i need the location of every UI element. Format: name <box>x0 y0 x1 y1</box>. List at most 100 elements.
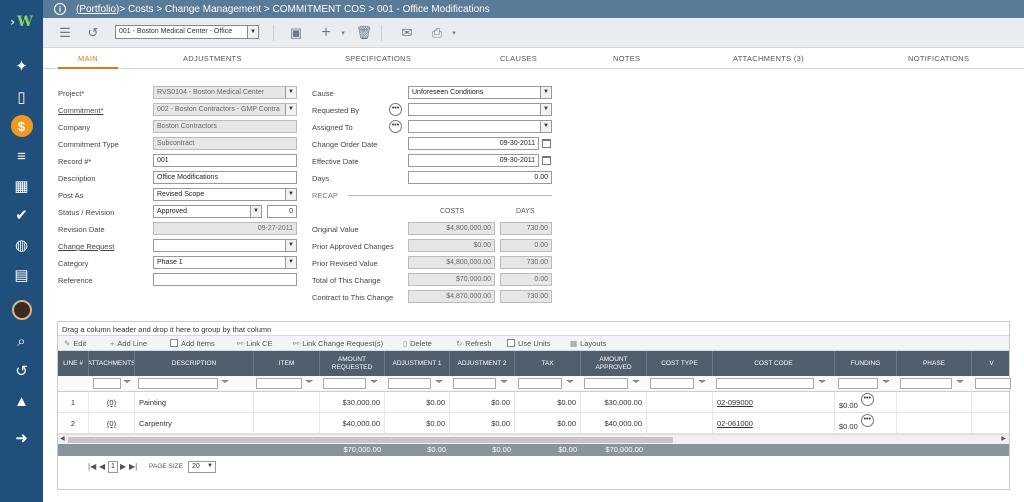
funding-lookup-icon[interactable]: ••• <box>860 414 874 427</box>
filter-input[interactable] <box>388 378 431 389</box>
filter-icon[interactable] <box>435 380 443 387</box>
current-page[interactable]: 1 <box>108 461 118 473</box>
filter-input[interactable] <box>975 378 1011 389</box>
add-icon[interactable]: + <box>318 24 334 41</box>
add-dropdown-icon[interactable]: ▾ <box>335 25 351 41</box>
cell-cost-code-link[interactable]: 02-061000 <box>713 413 835 434</box>
filter-input[interactable] <box>716 378 814 389</box>
cause-select[interactable]: Unforeseen Conditions ▼ <box>408 86 552 99</box>
cell-cost-code-link[interactable]: 02-099000 <box>713 392 835 413</box>
building-icon[interactable]: ▦ <box>0 173 43 199</box>
filter-input[interactable] <box>453 378 496 389</box>
page-size-select[interactable]: 20 ▼ <box>188 461 216 473</box>
record-number-input[interactable]: 001 <box>153 154 297 167</box>
cell-attachments-link[interactable]: (0) <box>89 392 135 413</box>
tab-specifications[interactable]: SPECIFICATIONS <box>345 48 411 69</box>
filter-input[interactable] <box>838 378 878 389</box>
filter-input[interactable] <box>650 378 694 389</box>
grid-delete-button[interactable]: ▯ Delete <box>403 339 432 348</box>
change-request-select[interactable]: ▼ <box>153 239 297 252</box>
col-header-description[interactable]: DESCRIPTION <box>135 351 254 376</box>
scroll-left-icon[interactable]: ◀ <box>60 435 65 442</box>
filter-icon[interactable] <box>370 380 378 387</box>
change-order-date-input[interactable]: 09-30-2011 <box>408 137 539 150</box>
tab-clauses[interactable]: CLAUSES <box>500 48 537 69</box>
logout-icon[interactable]: ➜ <box>0 425 43 451</box>
col-header-adjustment-1[interactable]: ADJUSTMENT 1 <box>385 351 450 376</box>
col-header-item[interactable]: ITEM <box>254 351 320 376</box>
app-logo[interactable]: › W <box>0 0 43 44</box>
scroll-right-icon[interactable]: ▶ <box>1001 435 1006 442</box>
col-header-cost-code[interactable]: COST CODE <box>713 351 835 376</box>
grid-add-items-button[interactable]: Add Items <box>170 339 215 348</box>
tab-notes[interactable]: NOTES <box>613 48 640 69</box>
filter-icon[interactable] <box>956 380 964 387</box>
col-header-line[interactable]: LINE # <box>58 351 89 376</box>
filter-icon[interactable] <box>882 380 890 387</box>
col-header-amount-requested[interactable]: AMOUNT REQUESTED <box>320 351 385 376</box>
prev-page-icon[interactable]: ◀ <box>99 462 105 471</box>
filter-input[interactable] <box>518 378 562 389</box>
filter-input[interactable] <box>584 378 628 389</box>
globe-icon[interactable]: ◍ <box>0 232 43 258</box>
email-icon[interactable]: ✉ <box>399 25 415 41</box>
filter-input[interactable] <box>138 378 218 389</box>
filter-icon[interactable] <box>305 380 313 387</box>
commitment-link[interactable]: Commitment* <box>58 106 103 115</box>
undo-history-icon[interactable]: ↺ <box>85 25 101 41</box>
funding-lookup-icon[interactable]: ••• <box>860 393 874 406</box>
print-icon[interactable]: ⎙ <box>429 25 445 41</box>
use-units-checkbox[interactable]: Use Units <box>507 339 551 348</box>
filter-input[interactable] <box>900 378 952 389</box>
tab-notifications[interactable]: NOTIFICATIONS <box>908 48 969 69</box>
user-avatar[interactable] <box>0 297 43 323</box>
briefcase-icon[interactable]: ▤ <box>0 262 43 288</box>
table-row[interactable]: 1 (0) Painting $30,000.00 $0.00 $0.00 $0… <box>58 392 1009 413</box>
filter-icon[interactable] <box>698 380 706 387</box>
next-page-icon[interactable]: ▶ <box>120 462 126 471</box>
grid-link-ce-button[interactable]: ⚯ Link CE <box>237 339 273 348</box>
col-header-amount-approved[interactable]: AMOUNT APPROVED <box>581 351 647 376</box>
expand-arrow-icon[interactable]: › <box>10 15 15 29</box>
save-icon[interactable]: ▣ <box>288 25 304 41</box>
revision-input[interactable]: 0 <box>267 205 297 218</box>
delete-trash-icon[interactable]: 🗑 <box>356 25 373 41</box>
calendar-icon[interactable] <box>542 156 551 165</box>
project-select[interactable]: RVS0104 - Boston Medical Center ▼ <box>153 86 297 99</box>
col-header-phase[interactable]: PHASE <box>897 351 972 376</box>
assigned-to-select[interactable]: ▼ <box>408 120 552 133</box>
col-header-funding[interactable]: FUNDING <box>835 351 897 376</box>
filter-icon[interactable] <box>500 380 508 387</box>
search-icon[interactable]: ⌕ <box>0 328 43 354</box>
checkmark-icon[interactable]: ✔ <box>0 202 43 228</box>
filter-input[interactable] <box>323 378 366 389</box>
graduation-cap-icon[interactable]: ▲ <box>0 388 43 414</box>
document-icon[interactable]: ▯ <box>0 84 43 110</box>
grid-add-line-button[interactable]: + Add Line <box>110 339 147 348</box>
tab-main[interactable]: MAIN <box>58 48 118 69</box>
calendar-icon[interactable] <box>542 139 551 148</box>
reference-input[interactable] <box>153 273 297 286</box>
filter-icon[interactable] <box>632 380 640 387</box>
cell-attachments-link[interactable]: (0) <box>89 413 135 434</box>
print-dropdown-icon[interactable]: ▾ <box>446 25 462 41</box>
description-input[interactable]: Office Modifications <box>153 171 297 184</box>
filter-icon[interactable] <box>818 380 826 387</box>
table-row[interactable]: 2 (0) Carpentry $40,000.00 $0.00 $0.00 $… <box>58 413 1009 434</box>
assigned-to-lookup-icon[interactable]: ••• <box>389 120 402 133</box>
filter-icon[interactable] <box>566 380 574 387</box>
col-header-tax[interactable]: TAX <box>515 351 581 376</box>
col-header-more[interactable]: V <box>972 351 1011 376</box>
days-input[interactable]: 0.00 <box>408 171 552 184</box>
commitment-select[interactable]: 002 - Boston Contractors - GMP Contra ▼ <box>153 103 297 116</box>
lightbulb-icon[interactable]: ✦ <box>0 53 43 79</box>
breadcrumb-portfolio-link[interactable]: (Portfolio) <box>76 4 119 15</box>
grid-refresh-button[interactable]: ↻ Refresh <box>456 339 492 348</box>
history-icon[interactable]: ↺ <box>0 358 43 384</box>
effective-date-input[interactable]: 09-30-2011 <box>408 154 539 167</box>
grid-link-change-request-button[interactable]: ⚯ Link Change Request(s) <box>293 339 383 348</box>
filter-icon[interactable] <box>221 380 229 387</box>
horizontal-scrollbar[interactable]: ◀ ▶ <box>58 434 1009 444</box>
grid-edit-button[interactable]: ✎ Edit <box>64 339 86 348</box>
requested-by-select[interactable]: ▼ <box>408 103 552 116</box>
